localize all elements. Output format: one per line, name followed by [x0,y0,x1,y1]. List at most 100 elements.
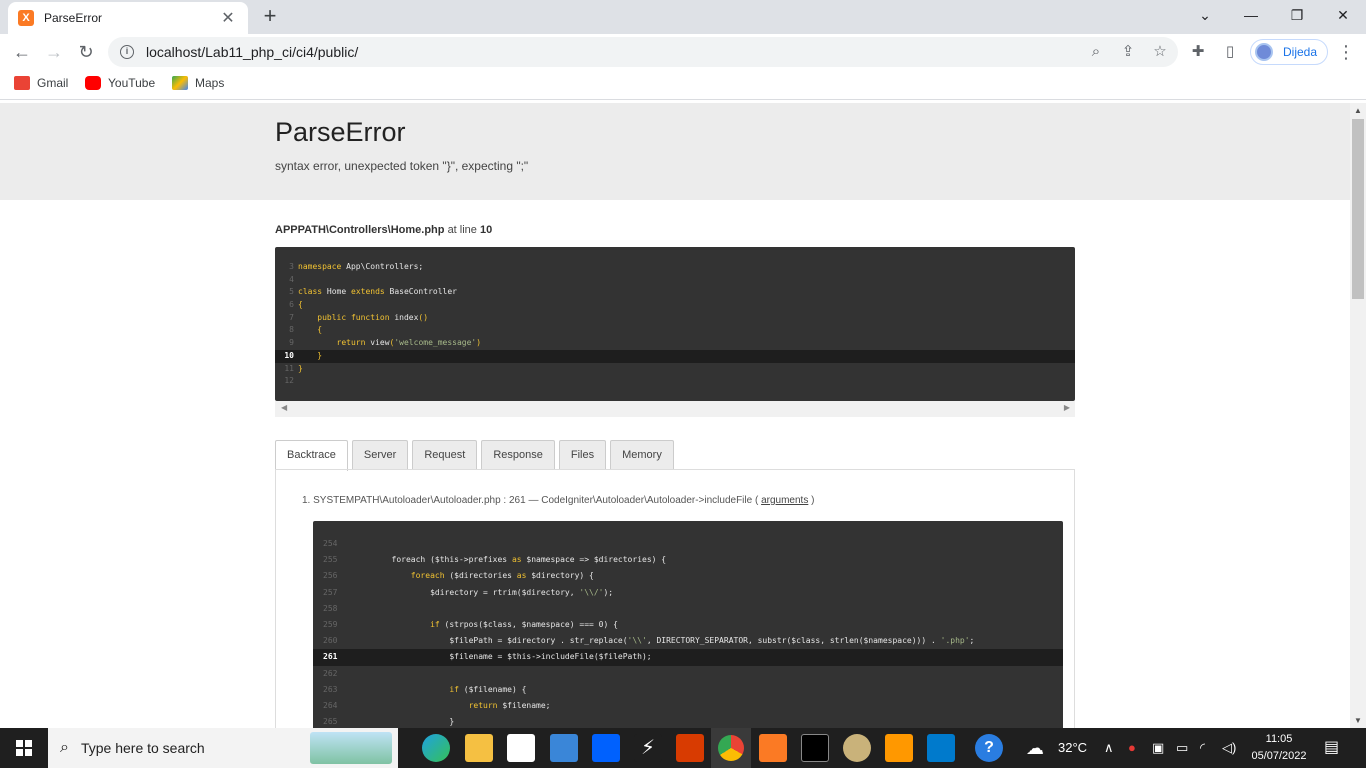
vscode-icon[interactable] [927,734,955,762]
code-line: 3 namespace App\Controllers; [289,262,424,271]
error-message: syntax error, unexpected token "}", expe… [275,159,529,173]
tab-search-icon[interactable]: ⌄ [1182,0,1228,30]
bookmark-label: Maps [195,76,225,90]
code-line: 264 return $filename; [323,700,551,710]
temperature[interactable]: 32°C [1058,728,1087,768]
page-viewport: ParseError syntax error, unexpected toke… [0,103,1350,728]
error-title: ParseError [275,117,406,147]
new-tab-button[interactable]: + [258,4,282,28]
scroll-down-icon[interactable]: ▼ [1354,716,1362,725]
page-scrollbar[interactable]: ▲ ▼ [1350,103,1366,728]
scroll-up-icon[interactable]: ▲ [1354,106,1362,115]
dropbox-tray-icon[interactable]: ● [1128,728,1136,768]
profile-button[interactable]: Dijeda [1250,39,1328,65]
code-line: 7 public function index() [289,312,429,322]
close-window-button[interactable]: ✕ [1320,0,1366,30]
store-icon[interactable] [507,734,535,762]
at-line-label: at line [447,224,477,236]
trace-call: CodeIgniter\Autoloader\Autoloader->inclu… [541,495,759,506]
source-code-block: 3 namespace App\Controllers; 4 5 class Hom… [275,247,1075,401]
forward-button[interactable]: → [40,38,68,66]
error-file: APPPATH\Controllers\Home.php [275,224,445,236]
close-tab-icon[interactable]: ✕ [218,8,238,28]
weather-cloud-icon[interactable]: ☁ [1026,728,1044,768]
restore-button[interactable]: ❐ [1274,0,1320,30]
paint-icon[interactable] [843,734,871,762]
bookmark-star-icon[interactable]: ☆ [1146,37,1174,67]
clock-time: 11:05 [1265,733,1293,745]
extensions-icon[interactable]: ✚ [1184,38,1212,66]
windows-taskbar: ⌕ Type here to search ⚡ ? ☁ 32°C ∧ ● ▣ ▭… [0,728,1366,768]
xampp-favicon-icon: X [18,10,34,26]
help-icon[interactable]: ? [975,734,1003,762]
chrome-icon [718,735,744,761]
tab-server[interactable]: Server [351,440,409,470]
code-line: 259 if (strpos($class, $namespace) === 0… [323,619,618,629]
minimize-button[interactable]: — [1228,0,1274,30]
gmail-icon [14,76,30,90]
tab-request[interactable]: Request [412,440,478,470]
dropbox-icon[interactable] [592,734,620,762]
code-line: 263 if ($filename) { [323,684,527,694]
scrollbar-thumb[interactable] [1352,119,1364,299]
wifi-icon[interactable]: ◜ [1200,728,1205,768]
bookmark-gmail[interactable]: Gmail [14,76,68,90]
code-line: 9 return view('welcome_message') [289,338,482,348]
browser-tab[interactable]: X ParseError ✕ [8,2,248,34]
taskbar-search[interactable]: ⌕ Type here to search [48,728,398,768]
file-explorer-icon[interactable] [465,734,493,762]
code-line: 4 [289,274,294,284]
side-panel-icon[interactable]: ▯ [1216,38,1244,66]
system-clock[interactable]: 11:05 05/07/2022 [1246,731,1312,765]
code-line: 11} [284,363,303,373]
reload-button[interactable]: ↻ [72,38,100,66]
code-line: 8 { [289,325,323,335]
code-horizontal-scrollbar[interactable]: ◀ ▶ [275,401,1075,417]
browser-toolbar: ← → ↻ i localhost/Lab11_php_ci/ci4/publi… [0,34,1366,70]
tab-memory[interactable]: Memory [610,440,674,470]
tab-files[interactable]: Files [558,440,607,470]
code-line: 12 [284,376,294,386]
site-info-icon[interactable]: i [120,45,134,59]
start-button[interactable] [0,728,48,768]
tab-response[interactable]: Response [481,440,555,470]
code-line: 6{ [289,300,303,310]
bookmark-maps[interactable]: Maps [172,76,224,90]
code-line: 257 $directory = rtrim($directory, '\\/'… [323,587,614,597]
error-location: APPPATH\Controllers\Home.php at line 10 [275,224,492,236]
zoom-icon[interactable]: ⌕ [1082,37,1110,67]
address-bar[interactable]: i localhost/Lab11_php_ci/ci4/public/ ⌕ ⇪… [108,37,1178,67]
volume-icon[interactable]: ◁) [1222,728,1236,768]
xampp-icon[interactable] [759,734,787,762]
share-icon[interactable]: ⇪ [1114,37,1142,67]
notifications-icon[interactable]: ▤ [1324,728,1339,768]
menu-icon[interactable]: ⋮ [1332,38,1360,66]
back-button[interactable]: ← [8,38,36,66]
arguments-link[interactable]: arguments [761,495,808,506]
bookmarks-bar: Gmail YouTube Maps [0,70,1366,100]
display-icon[interactable]: ▣ [1152,728,1164,768]
debug-tabs: Backtrace Server Request Response Files … [275,440,678,471]
office-icon[interactable] [676,734,704,762]
scroll-right-icon[interactable]: ▶ [1064,403,1070,412]
edge-icon[interactable] [422,734,450,762]
url-text[interactable]: localhost/Lab11_php_ci/ci4/public/ [146,44,358,60]
sublime-merge-icon[interactable]: ⚡ [634,734,662,762]
trace-index: 1. [302,495,311,506]
search-highlight-art [310,732,392,764]
terminal-icon[interactable] [801,734,829,762]
clock-date: 05/07/2022 [1251,750,1307,762]
battery-icon[interactable]: ▭ [1176,728,1188,768]
scroll-left-icon[interactable]: ◀ [281,403,287,412]
bookmark-youtube[interactable]: YouTube [85,76,155,90]
sublime-text-icon[interactable] [885,734,913,762]
mail-icon[interactable] [550,734,578,762]
tab-backtrace[interactable]: Backtrace [275,440,348,471]
highlighted-code-line: 261 $filename = $this->includeFile($file… [313,649,1063,666]
avatar [1255,43,1273,61]
trace-entry: 1. SYSTEMPATH\Autoloader\Autoloader.php … [302,495,814,506]
tray-overflow-icon[interactable]: ∧ [1104,728,1114,768]
chrome-taskbar-button[interactable] [711,728,751,768]
trace-file: SYSTEMPATH\Autoloader\Autoloader.php : 2… [313,495,526,506]
profile-name: Dijeda [1283,45,1318,59]
